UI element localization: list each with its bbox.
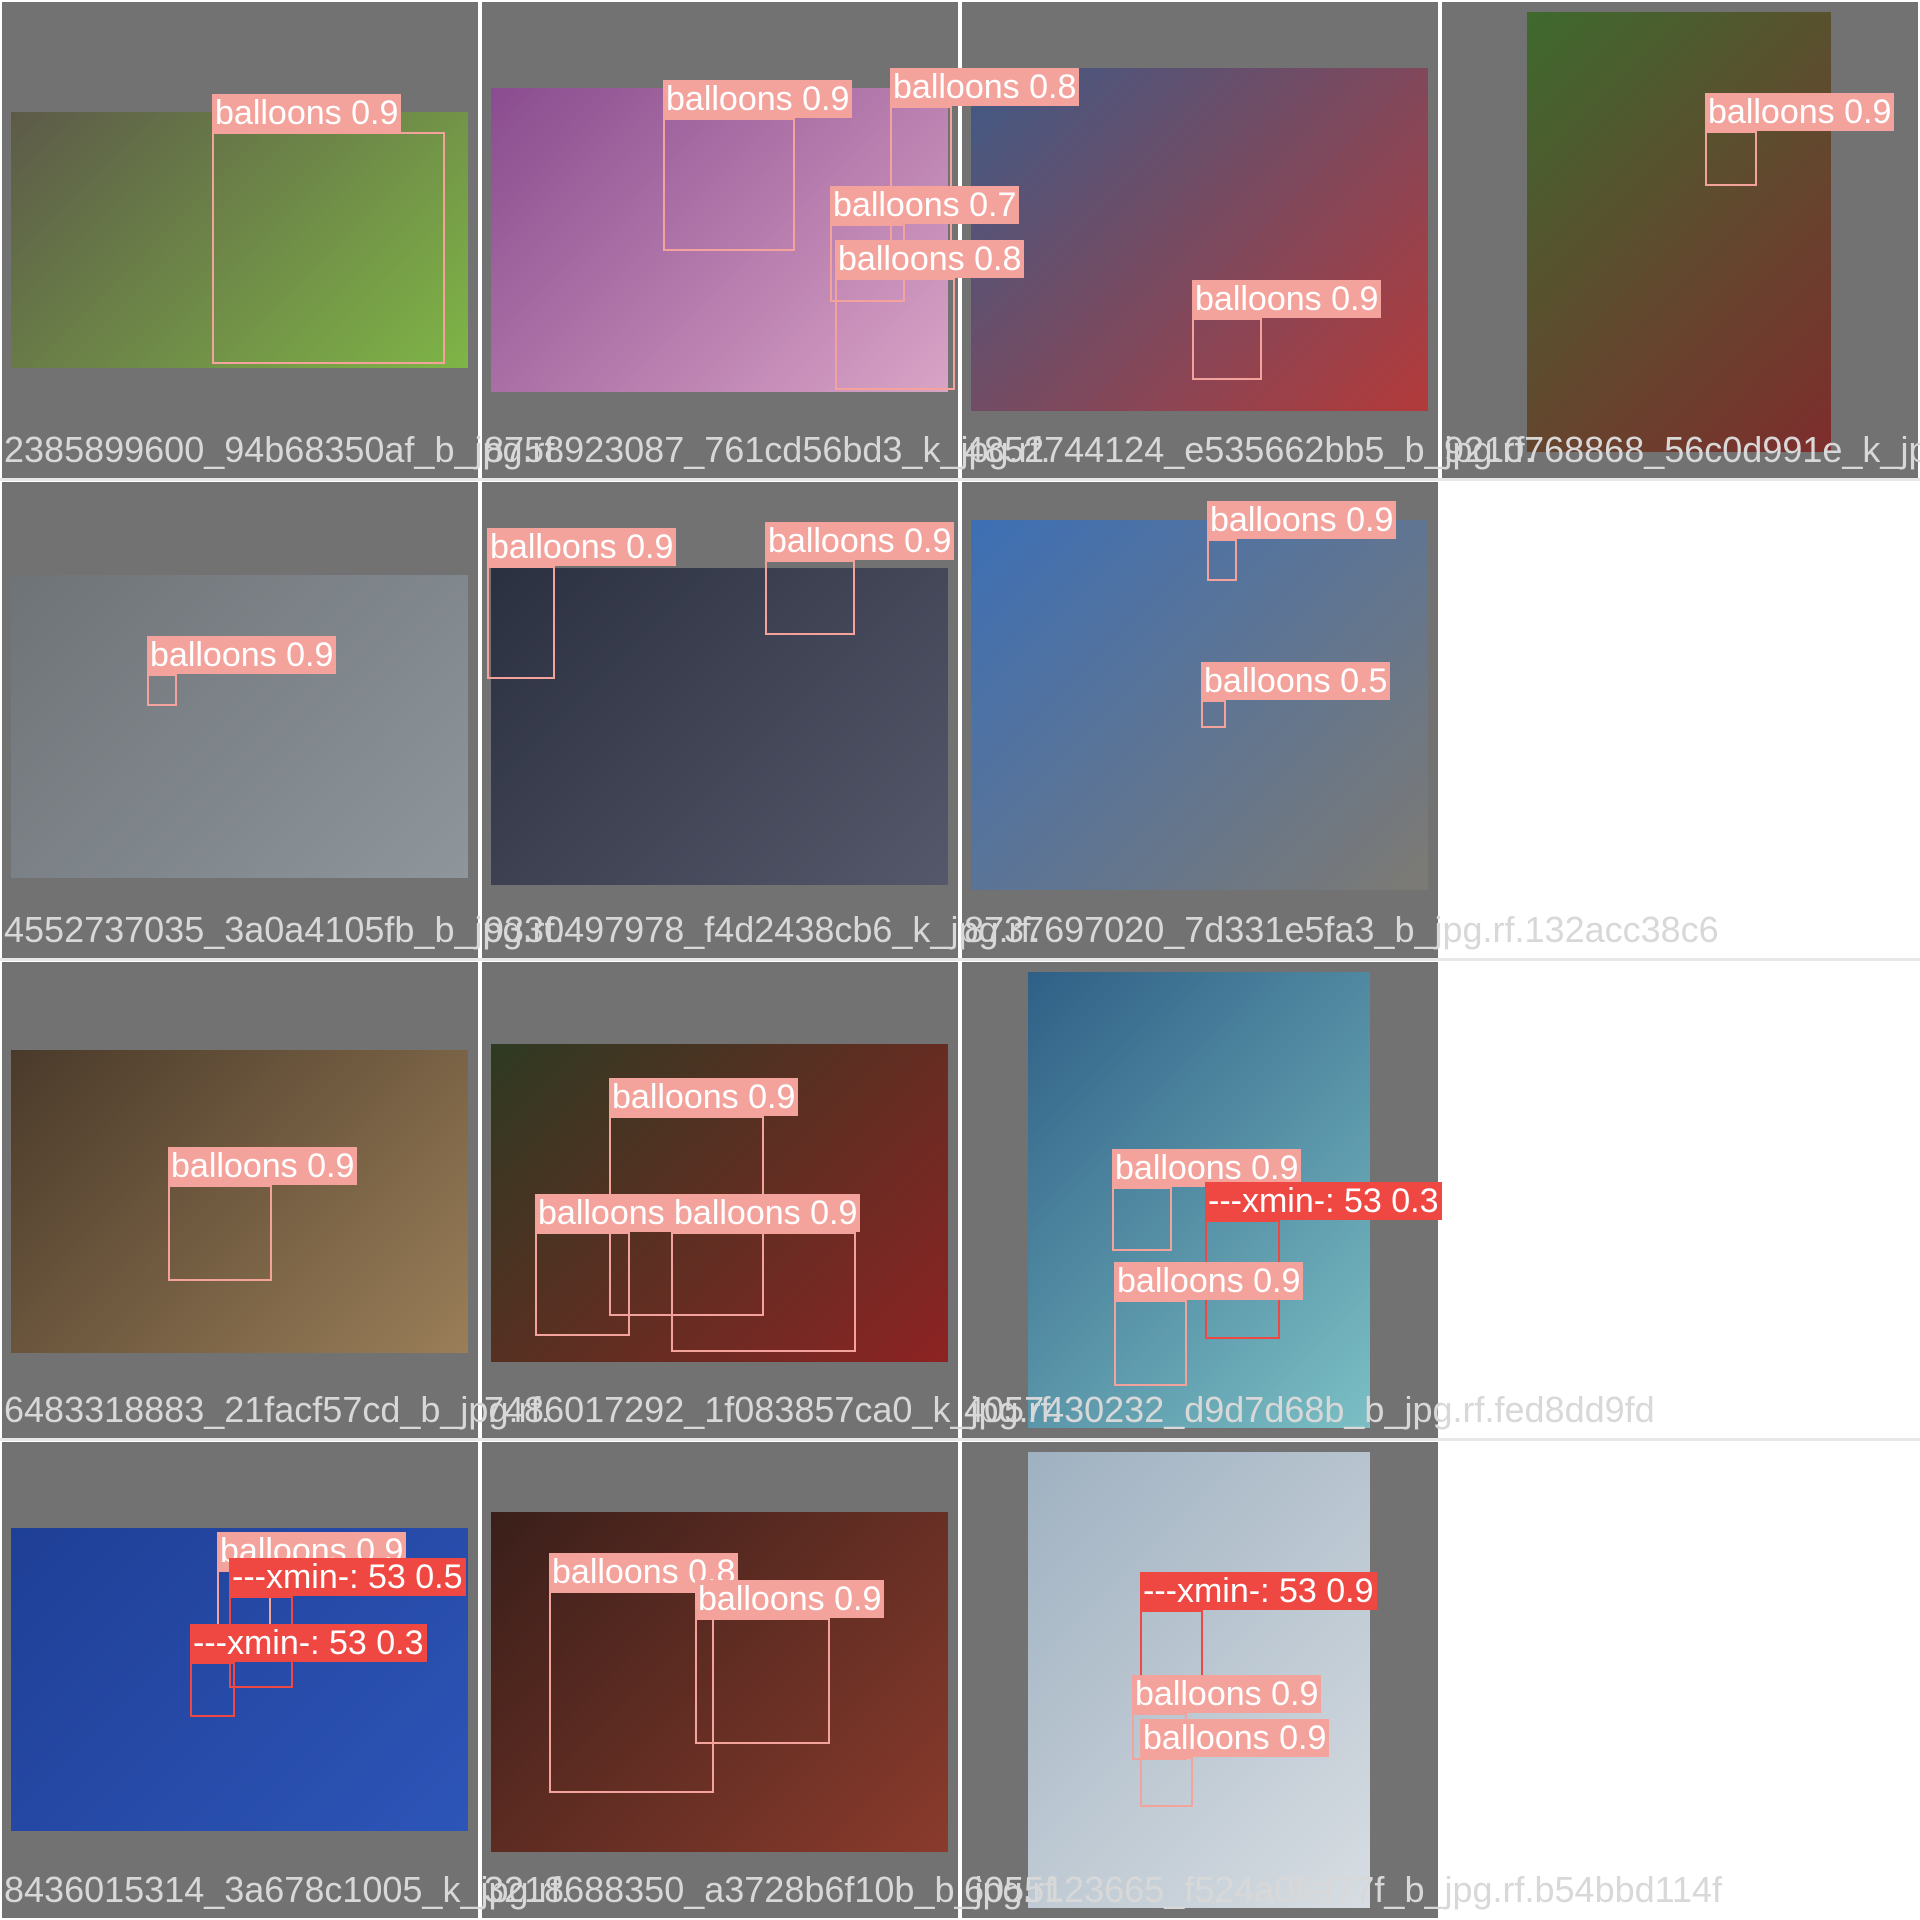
- image-filename: 9330497978_f4d2438cb6_k_jpg.rf.: [484, 909, 1041, 950]
- ground-truth-box: [168, 1185, 272, 1281]
- class-label: balloons 0.9: [1132, 1675, 1322, 1713]
- grid-divider: [0, 478, 1920, 481]
- ground-truth-box: [1140, 1757, 1193, 1807]
- class-label: balloons 0.5: [1201, 662, 1391, 700]
- prediction-label: ---xmin-: 53 0.9: [1140, 1572, 1377, 1610]
- class-label: balloons 0.9: [1192, 280, 1382, 318]
- ground-truth-box: [1207, 539, 1237, 581]
- class-label: balloons 0.8: [835, 240, 1025, 278]
- ground-truth-box: [549, 1591, 714, 1793]
- class-label: balloons 0.9: [1114, 1262, 1304, 1300]
- ground-truth-box: [765, 560, 855, 635]
- class-label: balloons 0.9: [487, 528, 677, 566]
- prediction-label: ---xmin-: 53 0.3: [1205, 1182, 1442, 1220]
- prediction-box: [1140, 1610, 1203, 1679]
- prediction-box: [190, 1662, 235, 1717]
- ground-truth-box: [1705, 131, 1757, 186]
- ground-truth-box: [835, 278, 955, 390]
- class-label: balloons 0.9: [1705, 93, 1895, 131]
- ground-truth-box: [147, 674, 177, 706]
- class-label: balloons 0.9: [765, 522, 955, 560]
- image-filename: 2385899600_94b68350af_b_jpg.rf.: [4, 429, 565, 470]
- photo: [1527, 12, 1831, 452]
- grid-divider: [0, 958, 1920, 961]
- ground-truth-box: [487, 566, 555, 679]
- image-filename: 4057430232_d9d7d68b_b_jpg.rf.fed8dd9fd: [964, 1389, 1655, 1430]
- ground-truth-box: [212, 132, 445, 364]
- photo: [971, 520, 1428, 890]
- class-label: balloons 0.9: [609, 1078, 799, 1116]
- ground-truth-box: [695, 1618, 830, 1744]
- class-label: balloons 0.9: [168, 1147, 358, 1185]
- class-label: balloons 0.9: [695, 1580, 885, 1618]
- prediction-label: ---xmin-: 53 0.5: [229, 1558, 466, 1596]
- image-filename: 6055123665_f524a0fef77f_b_jpg.rf.b54bbd1…: [964, 1869, 1723, 1910]
- class-label: balloons 0.9: [663, 80, 853, 118]
- class-label: balloons 0.9: [1140, 1719, 1330, 1757]
- ground-truth-box: [663, 118, 795, 251]
- photo: [11, 575, 468, 878]
- grid-divider: [0, 1438, 1920, 1441]
- image-filename: 6483318883_21facf57cd_b_jpg.rf.: [4, 1389, 551, 1430]
- class-label: balloons 0.7: [830, 186, 1020, 224]
- class-label: balloons 0.9: [671, 1194, 861, 1232]
- ground-truth-box: [1114, 1300, 1187, 1386]
- prediction-label: ---xmin-: 53 0.3: [190, 1624, 427, 1662]
- detection-mosaic: balloons 0.9 balloons 0.9 balloons 0.8 ball…: [0, 0, 1920, 1920]
- ground-truth-box: [1112, 1187, 1172, 1251]
- photo: [491, 568, 948, 885]
- class-label: balloons 0.9: [212, 94, 402, 132]
- class-label: balloons 0.8: [890, 68, 1080, 106]
- image-filename: 8737697020_7d331e5fa3_b_jpg.rf.132acc38c…: [964, 909, 1719, 950]
- class-label: balloons 0.9: [147, 636, 337, 674]
- ground-truth-box: [1192, 318, 1262, 380]
- class-label: balloons 0.9: [1207, 501, 1397, 539]
- ground-truth-box: [535, 1232, 630, 1336]
- ground-truth-box: [1201, 700, 1226, 728]
- image-filename: 9210768868_56c0d991e_k_jpg.rf.: [1444, 429, 1920, 470]
- ground-truth-box: [671, 1232, 856, 1352]
- image-filename: 4552737035_3a0a4105fb_b_jpg.rf.: [4, 909, 565, 950]
